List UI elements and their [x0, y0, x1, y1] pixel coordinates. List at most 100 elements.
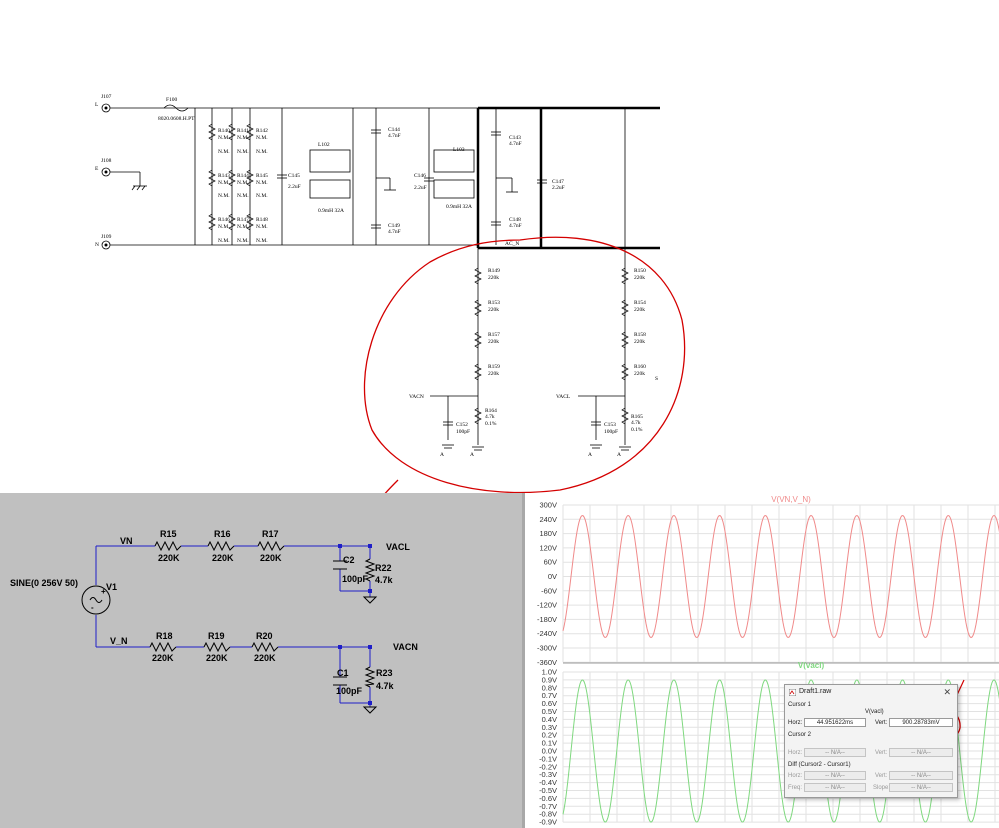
dialog-title: Draft1.raw [799, 688, 832, 695]
connector-j109-pin: N [95, 242, 99, 248]
y-tick-label: 60V [544, 558, 557, 567]
cap-c1-ref: C1 [337, 668, 349, 678]
cursor-dialog[interactable]: Draft1.raw ✕ Cursor 1 V(vacl) Horz: 44.9… [784, 684, 958, 798]
power-line-filter-schematic: J107 L J108 E J109 N F100 8020.0608.H.PT… [0, 0, 999, 516]
vert-label: Vert: [875, 720, 888, 726]
resistor-label: R140 [218, 128, 230, 134]
source-ref: V1 [106, 582, 117, 592]
pane1-title[interactable]: V(VN,V_N) [771, 495, 811, 504]
y-tick-label: 0V [548, 572, 557, 581]
fuse-value: 8020.0608.H.PT [158, 116, 195, 122]
divider-ref: R150 [634, 268, 646, 274]
resistor-r20-value: 220K [254, 653, 276, 663]
cap-c145-ref: C145 [288, 173, 300, 179]
pane1-y-ticks: 300V 240V 180V 120V 60V 0V -60V -120V -180V -240V… [537, 501, 557, 667]
pane2-title[interactable]: V(vacl) [798, 661, 825, 670]
y-tick-label: -60V [541, 586, 557, 595]
ground-a-label: A [440, 452, 444, 458]
divider-ref: R157 [488, 332, 500, 338]
cap-c146-value: 2.2uF [414, 185, 427, 191]
divider-value: 220k [488, 339, 499, 345]
cursor2-vert-field[interactable]: -- N/A-- [889, 748, 953, 757]
connector-j107-pin: L [95, 102, 99, 108]
red-arrow-annotation [365, 479, 399, 516]
stray-label: S [655, 376, 658, 382]
connector-j107-ref: J107 [101, 94, 112, 100]
diff-vert-field[interactable]: -- N/A-- [889, 771, 953, 780]
divider-ref: R153 [488, 300, 500, 306]
divider-value: 220k [488, 371, 499, 377]
resistor-r17-ref: R17 [262, 529, 279, 539]
choke-l103-ref: L103 [453, 147, 465, 153]
source-value: SINE(0 256V 50) [10, 578, 78, 588]
resistor-label: R148 [256, 217, 268, 223]
resistor-label: R141 [237, 128, 249, 134]
resistor-nm: N.M. [237, 135, 249, 141]
pane2-y-ticks: 1.0V0.9V0.8V0.7V0.6V0.5V0.4V0.3V0.2V0.1V… [539, 668, 557, 827]
diff-label: Diff (Cursor2 - Cursor1) [788, 762, 851, 768]
choke-l102-value: 0.9mH 32A [318, 208, 344, 214]
resistor-nm: N.M. [237, 224, 249, 230]
net-vacl-label: VACL [556, 394, 571, 400]
resistor-nm: N.M. [256, 149, 268, 155]
diff-freq-field[interactable]: -- N/A-- [804, 783, 866, 792]
y-tick-label: 240V [539, 515, 557, 524]
connector-j108-pin: E [95, 166, 99, 172]
ground-a-label: A [617, 452, 621, 458]
vert-label: Vert: [875, 750, 888, 756]
y-tick-label: 120V [539, 543, 557, 552]
svg-text:-: - [91, 603, 94, 612]
resistor-r17-value: 220K [260, 553, 282, 563]
resistor-nm: N.M. [218, 135, 230, 141]
ground-a-label: A [588, 452, 592, 458]
resistor-nm: N.M. [218, 193, 230, 199]
connector-j108-ref: J108 [101, 158, 112, 164]
res-r165-value: 4.7k [631, 420, 641, 426]
close-icon[interactable]: ✕ [943, 687, 951, 698]
horz-label: Horz: [788, 720, 803, 726]
cursor1-label: Cursor 1 [788, 702, 812, 708]
resistor-r22-ref: R22 [375, 563, 392, 573]
net-vn-label: VN [120, 536, 133, 546]
choke-l103-value: 0.9mH 32A [446, 204, 472, 210]
y-tick-label: 180V [539, 529, 557, 538]
cursor1-trace: V(vacl) [865, 709, 884, 715]
cap-c143-value: 4.7nF [509, 141, 522, 147]
net-vacl-label: VACL [386, 542, 410, 552]
diff-slope-field[interactable]: -- N/A-- [889, 783, 953, 792]
diff-horz-field[interactable]: -- N/A-- [804, 771, 866, 780]
divider-ref: R158 [634, 332, 646, 338]
divider-ref: R159 [488, 364, 500, 370]
resistor-r23-ref: R23 [376, 668, 393, 678]
slope-label: Slope: [873, 785, 891, 791]
resistor-nm: N.M. [256, 193, 268, 199]
resistor-nm: N.M. [237, 238, 249, 244]
net-v-n-label: V_N [110, 636, 128, 646]
pane1-grid [562, 504, 999, 663]
resistor-r22-value: 4.7k [375, 575, 394, 585]
cursor1-horz-field[interactable]: 44.951622ms [804, 718, 866, 727]
resistor-label: R145 [256, 173, 268, 179]
ltspice-schematic-panel[interactable]: + - SINE(0 256V 50) V1 VN V_N R15 220K R… [0, 493, 522, 828]
cap-c152-ref: C152 [456, 422, 468, 428]
divider-value: 220k [488, 307, 499, 313]
res-r164-tol: 0.1% [485, 421, 497, 427]
cap-c148-value: 4.7nF [509, 223, 522, 229]
resistor-r16-value: 220K [212, 553, 234, 563]
divider-ref: R154 [634, 300, 646, 306]
cap-c146-ref: C146 [414, 173, 426, 179]
cap-c149-value: 4.7nF [388, 229, 401, 235]
ltspice-app-icon [789, 689, 796, 696]
resistor-label: R147 [237, 217, 249, 223]
resistor-r16-ref: R16 [214, 529, 231, 539]
resistor-r23-value: 4.7k [376, 681, 395, 691]
y-tick-label: -180V [537, 615, 557, 624]
choke-l102-ref: L102 [318, 142, 330, 148]
resistor-r19-value: 220K [206, 653, 228, 663]
resistor-nm: N.M. [256, 224, 268, 230]
resistor-r15-value: 220K [158, 553, 180, 563]
cap-c147-value: 2.2uF [552, 185, 565, 191]
cursor1-vert-field[interactable]: 900.28783mV [889, 718, 953, 727]
cursor2-horz-field[interactable]: -- N/A-- [804, 748, 866, 757]
resistor-nm: N.M. [256, 135, 268, 141]
